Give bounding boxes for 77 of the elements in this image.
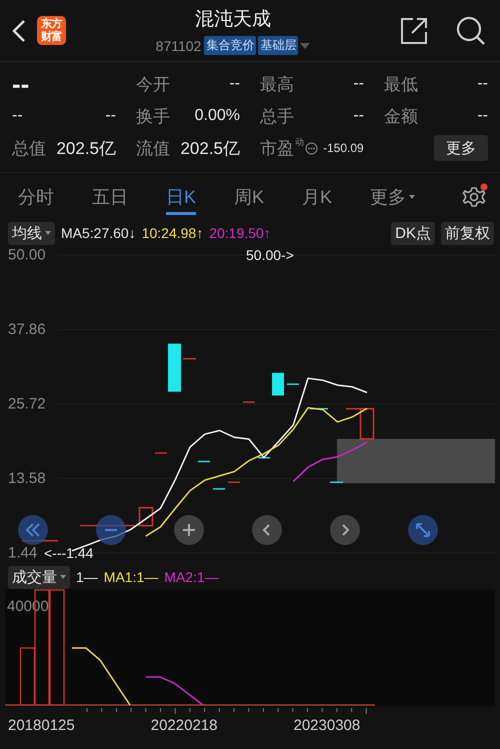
axis-label: 1.44 xyxy=(8,544,38,562)
more-button[interactable]: 更多 xyxy=(434,135,488,161)
minus-icon xyxy=(105,529,117,531)
stock-name: 混沌天成 xyxy=(195,8,271,32)
candle xyxy=(138,506,154,526)
high-marker: 50.00-> xyxy=(246,247,294,263)
change-percent: -- xyxy=(105,107,116,125)
axis-label: 13.58 xyxy=(8,470,46,487)
ma-value: 20:19.50↑ xyxy=(209,225,271,241)
more-info-icon[interactable] xyxy=(305,142,318,154)
date-label: 20230308 xyxy=(294,717,360,734)
stock-code: 871102 xyxy=(156,38,202,54)
field-value: -- xyxy=(229,75,240,93)
double-chevron-left-icon xyxy=(25,522,41,538)
field-label: 总手 xyxy=(260,106,294,128)
field-label: 最高 xyxy=(260,74,294,96)
field-label: 换手 xyxy=(136,106,170,128)
caret-icon xyxy=(45,231,51,235)
volume-ma-line xyxy=(72,647,131,706)
plus-icon xyxy=(181,522,197,538)
fullscreen-button[interactable] xyxy=(408,515,438,545)
superscript-label: 动 xyxy=(295,136,304,149)
candle xyxy=(168,344,181,392)
legend-item: MA1:1— xyxy=(104,569,158,585)
field-label: 金额 xyxy=(384,106,418,128)
field-value: -- xyxy=(353,107,364,125)
field-value: 0.00% xyxy=(194,107,240,125)
pe-value: -150.09 xyxy=(323,141,364,155)
field-value: -- xyxy=(477,75,488,93)
field-label: 流值 xyxy=(136,138,170,160)
field-value: -- xyxy=(477,107,488,125)
field-label: 最低 xyxy=(384,74,418,96)
change-value: -- xyxy=(12,107,23,125)
period-tab[interactable]: 日K xyxy=(166,179,196,215)
date-label: 20180125 xyxy=(8,717,75,734)
field-label: 总值 xyxy=(12,138,46,160)
price-value: -- xyxy=(12,68,30,100)
ma-value: MA5:27.60↓ xyxy=(61,225,136,241)
caret-icon xyxy=(60,575,66,579)
axis-label: 37.86 xyxy=(8,321,46,338)
volume-selector[interactable]: 成交量 xyxy=(8,566,70,588)
dropdown-icon[interactable] xyxy=(300,42,310,48)
scroll-right-button[interactable] xyxy=(330,515,360,545)
more-tab[interactable]: 更多 xyxy=(370,179,416,215)
chart-option-button[interactable]: 前复权 xyxy=(441,222,494,244)
period-tab[interactable]: 周K xyxy=(234,179,264,215)
market-tag: 集合竞价 xyxy=(204,36,256,55)
share-icon[interactable] xyxy=(400,16,428,44)
period-tab[interactable]: 分时 xyxy=(18,179,54,215)
expand-icon xyxy=(415,522,431,538)
back-icon[interactable] xyxy=(12,18,26,42)
legend-item: MA2:1— xyxy=(164,569,219,585)
market-tag: 基础层 xyxy=(258,36,298,55)
field-value: 202.5亿 xyxy=(56,138,116,160)
field-label: 今开 xyxy=(136,74,170,96)
candle xyxy=(272,372,284,396)
chart-option-button[interactable]: DK点 xyxy=(391,222,435,244)
ma-value: 10:24.98↑ xyxy=(142,225,204,241)
period-tab[interactable]: 月K xyxy=(302,179,332,215)
volume-ma-line xyxy=(146,676,204,706)
scroll-left-button[interactable] xyxy=(252,515,282,545)
low-marker: <---1.44 xyxy=(44,545,94,561)
axis-label: 50.00 xyxy=(8,246,46,264)
caret-icon xyxy=(409,195,416,199)
field-label: 市盈 xyxy=(260,138,294,160)
scroll-start-button[interactable] xyxy=(18,515,48,545)
date-label: 20220218 xyxy=(150,717,218,734)
period-tab[interactable]: 五日 xyxy=(92,179,128,215)
search-icon[interactable] xyxy=(456,16,486,46)
field-value: -- xyxy=(353,75,364,93)
indicator-selector[interactable]: 均线 xyxy=(8,222,55,244)
zoom-out-button[interactable] xyxy=(96,515,126,545)
legend-item: 1— xyxy=(76,569,98,585)
axis-label: 25.72 xyxy=(8,396,46,412)
zoom-in-button[interactable] xyxy=(174,515,204,545)
app-logo: 东方财富 xyxy=(37,16,66,45)
field-value: 202.5亿 xyxy=(180,138,240,160)
